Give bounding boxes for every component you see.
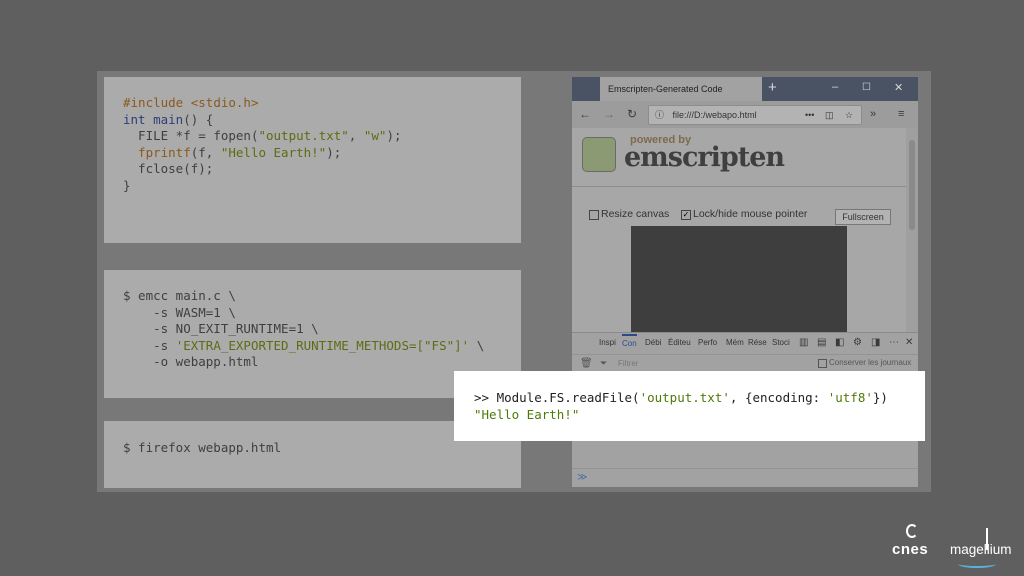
fprintf-args: (f,: [190, 144, 221, 160]
forward-icon[interactable]: →: [603, 107, 615, 121]
trash-icon[interactable]: 🗑: [580, 358, 593, 369]
devtools-tab-performance[interactable]: Perfo: [698, 338, 717, 347]
main-type: int: [123, 111, 146, 127]
pocket-icon[interactable]: ◫: [825, 106, 834, 124]
browser-tab-title: Emscripten-Generated Code: [608, 84, 723, 94]
build-line-2: -s WASM=1 \: [123, 304, 236, 320]
console-prompt: >>: [474, 390, 497, 405]
comma: ,: [348, 128, 364, 144]
url-text: file:///D:/webapo.html: [672, 110, 757, 120]
include-header: <stdio.h>: [190, 95, 259, 110]
build-line-5: -o webapp.html: [123, 354, 259, 370]
main-name: main: [153, 111, 184, 127]
build-line-3: -s NO_EXIT_RUNTIME=1 \: [123, 321, 319, 337]
devtools-tab-memory[interactable]: Mém: [726, 338, 744, 347]
persist-logs-checkbox[interactable]: [818, 359, 827, 368]
devtools-tab-network[interactable]: Rése: [748, 338, 767, 347]
page-actions-icon[interactable]: •••: [805, 106, 814, 124]
build-line-4-start: -s: [123, 337, 176, 353]
devtools-tab-console[interactable]: Con: [622, 334, 637, 348]
c-source-code: #include <stdio.h> int main() { FILE *f …: [123, 95, 402, 195]
dock-icon[interactable]: ▤: [817, 336, 826, 350]
browser-tab-bar: Emscripten-Generated Code + – ☐ ✕: [572, 77, 918, 101]
hello-string: "Hello Earth!": [220, 144, 327, 160]
console-prompt-icon: ≫: [577, 472, 588, 483]
browser-tab[interactable]: Emscripten-Generated Code: [600, 77, 762, 101]
resize-canvas-label: Resize canvas: [601, 208, 670, 220]
close-icon[interactable]: ✕: [894, 81, 903, 95]
build-command-code: $ emcc main.c \ -s WASM=1 \ -s NO_EXIT_R…: [123, 288, 484, 371]
devtools-menu-icon[interactable]: ⋯: [889, 336, 899, 350]
fprintf-end: );: [326, 144, 342, 160]
cnes-logo: cnes: [890, 524, 936, 562]
magellium-wordmark: magellium: [950, 542, 1012, 557]
persist-logs-label: Conserver les journaux: [829, 358, 912, 367]
c-source-card: #include <stdio.h> int main() { FILE *f …: [104, 77, 521, 243]
devtools-tab-debugger[interactable]: Débi: [645, 338, 661, 347]
exported-methods-string: 'EXTRA_EXPORTED_RUNTIME_METHODS=["FS"]': [175, 337, 470, 353]
fullscreen-button[interactable]: Fullscreen: [835, 209, 891, 225]
lock-pointer-label: Lock/hide mouse pointer: [693, 208, 808, 220]
build-line-1: $ emcc main.c \: [123, 288, 236, 303]
console-command-code: >> Module.FS.readFile('output.txt', {enc…: [474, 390, 888, 423]
settings-gear-icon[interactable]: ⚙: [853, 336, 862, 350]
devtools-close-icon[interactable]: ✕: [905, 336, 913, 350]
emscripten-wordmark: emscripten: [624, 142, 785, 173]
info-icon[interactable]: ⓘ: [655, 110, 664, 120]
run-line: $ firefox webapp.html: [123, 440, 282, 455]
fprintf-fn: fprintf: [123, 144, 191, 160]
build-line-4-end: \: [469, 337, 485, 353]
responsive-design-icon[interactable]: ◧: [835, 336, 844, 350]
new-tab-icon[interactable]: +: [768, 80, 777, 95]
page-scrollbar[interactable]: [906, 128, 918, 332]
fopen-fn: fopen: [213, 128, 251, 144]
readfile-encoding: 'utf8': [827, 390, 873, 405]
console-result: "Hello Earth!": [474, 406, 580, 422]
scrollbar-thumb[interactable]: [909, 140, 915, 230]
resize-canvas-checkbox[interactable]: [589, 210, 599, 220]
readfile-filename: 'output.txt': [639, 390, 730, 405]
run-command-code: $ firefox webapp.html: [123, 440, 281, 457]
devtools-tab-style-editor[interactable]: Éditeu: [668, 338, 691, 347]
magellium-swoosh: [958, 560, 996, 568]
main-rest: () {: [183, 111, 214, 127]
readfile-options: , {encoding:: [729, 390, 828, 405]
devtools-tabs: Inspi Con Débi Éditeu Perfo Mém Rése Sto…: [572, 333, 918, 353]
console-command-popup: >> Module.FS.readFile('output.txt', {enc…: [454, 371, 925, 441]
filter-icon: ⏷: [600, 358, 608, 368]
fullscreen-label: Fullscreen: [842, 212, 884, 222]
devtools-tab-inspector[interactable]: Inspi: [599, 338, 616, 347]
dock-side-icon[interactable]: ◨: [871, 336, 880, 350]
lock-pointer-checkbox[interactable]: ✓: [681, 210, 691, 220]
bookmark-star-icon[interactable]: ☆: [845, 106, 853, 124]
fopen-line-start: FILE *f =: [123, 128, 214, 144]
page-divider: [572, 186, 906, 187]
hamburger-menu-icon[interactable]: ≡: [898, 107, 904, 121]
output-filename-string: "output.txt": [258, 128, 349, 144]
mode-string: "w": [363, 128, 387, 144]
minimize-icon[interactable]: –: [832, 80, 838, 94]
emscripten-canvas[interactable]: [631, 226, 847, 336]
fclose-line: fclose(f);: [123, 161, 214, 177]
overflow-chevron-icon[interactable]: »: [870, 107, 876, 121]
back-icon[interactable]: ←: [579, 107, 591, 121]
maximize-icon[interactable]: ☐: [862, 81, 871, 95]
magellium-logo: magellium: [948, 528, 1020, 568]
browser-toolbar: ← → ↻ ⓘ file:///D:/webapo.html ••• ◫ ☆ »…: [572, 101, 918, 128]
readfile-end: }): [872, 390, 888, 405]
cnes-logo-mark: [906, 524, 918, 538]
closing-brace: }: [123, 177, 131, 193]
fopen-line-end: );: [386, 128, 402, 144]
reload-icon[interactable]: ↻: [627, 107, 637, 121]
url-bar[interactable]: ⓘ file:///D:/webapo.html ••• ◫ ☆: [648, 105, 862, 125]
devtools-tab-storage[interactable]: Stoci: [772, 338, 790, 347]
split-console-icon[interactable]: ▥: [799, 336, 808, 350]
filter-input[interactable]: Filtrer: [618, 359, 638, 368]
readfile-call: Module.FS.readFile(: [496, 390, 640, 405]
console-input-row[interactable]: ≫: [572, 468, 918, 487]
cnes-wordmark: cnes: [892, 541, 929, 558]
emscripten-logo-icon: [582, 137, 616, 172]
include-keyword: #include: [123, 95, 184, 110]
